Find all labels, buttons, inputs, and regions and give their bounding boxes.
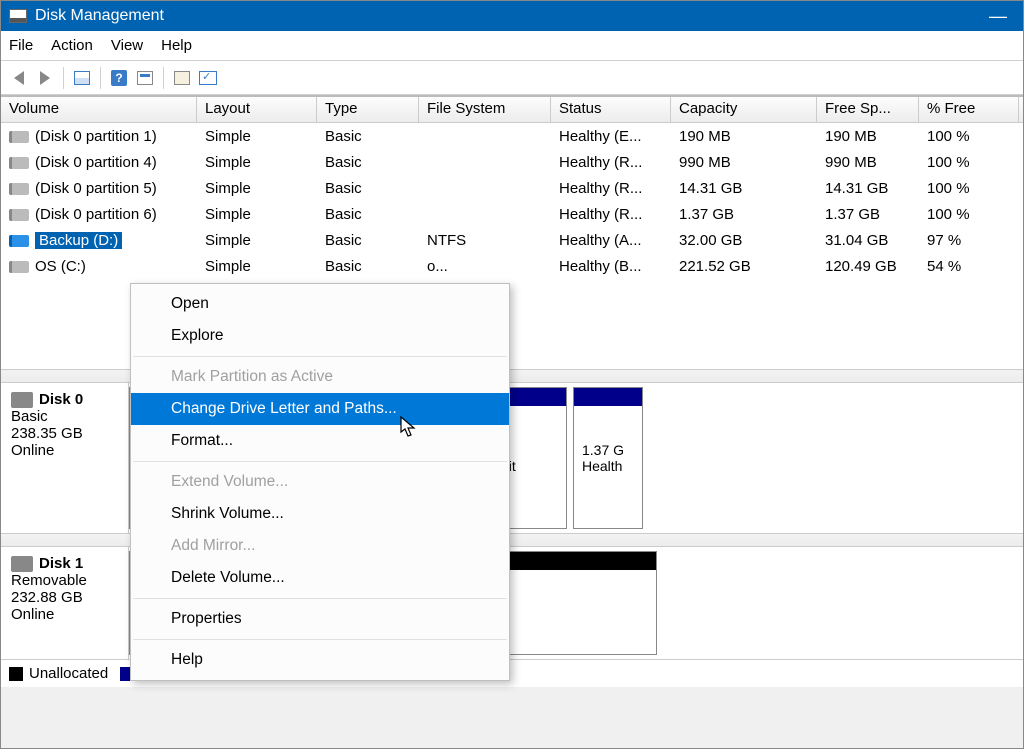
menu-action[interactable]: Action bbox=[51, 37, 93, 54]
show-hide-tree-button[interactable] bbox=[70, 66, 94, 90]
disk-size: 232.88 GB bbox=[11, 589, 118, 606]
ctx-separator bbox=[133, 639, 507, 640]
refresh-button[interactable] bbox=[170, 66, 194, 90]
drive-icon bbox=[9, 209, 29, 221]
table-row[interactable]: Backup (D:)SimpleBasicNTFSHealthy (A...3… bbox=[1, 227, 1023, 253]
disk-kind: Basic bbox=[11, 408, 118, 425]
partition[interactable]: 1.37 GHealth bbox=[573, 387, 643, 529]
legend-unallocated: Unallocated bbox=[29, 665, 108, 682]
toolbar: ? bbox=[1, 61, 1023, 95]
drive-icon bbox=[9, 183, 29, 195]
help-icon: ? bbox=[111, 70, 127, 86]
titlebar: Disk Management — bbox=[1, 1, 1023, 31]
drive-icon bbox=[9, 157, 29, 169]
ctx-change-drive-letter[interactable]: Change Drive Letter and Paths... bbox=[131, 393, 509, 425]
options-button[interactable] bbox=[196, 66, 220, 90]
disk-state: Online bbox=[11, 442, 118, 459]
ctx-separator bbox=[133, 356, 507, 357]
ctx-explore[interactable]: Explore bbox=[131, 320, 509, 352]
col-capacity[interactable]: Capacity bbox=[671, 97, 817, 122]
disk-label[interactable]: Disk 1 Removable 232.88 GB Online bbox=[1, 547, 129, 659]
volume-list-header: Volume Layout Type File System Status Ca… bbox=[1, 95, 1023, 123]
ctx-delete-volume[interactable]: Delete Volume... bbox=[131, 562, 509, 594]
refresh-icon bbox=[174, 71, 190, 85]
ctx-mark-active: Mark Partition as Active bbox=[131, 361, 509, 393]
properties-icon bbox=[137, 71, 153, 85]
ctx-extend-volume: Extend Volume... bbox=[131, 466, 509, 498]
col-volume[interactable]: Volume bbox=[1, 97, 197, 122]
toolbar-separator bbox=[63, 67, 64, 89]
ctx-add-mirror: Add Mirror... bbox=[131, 530, 509, 562]
swatch-unallocated bbox=[9, 667, 23, 681]
table-row[interactable]: (Disk 0 partition 5)SimpleBasicHealthy (… bbox=[1, 175, 1023, 201]
disk-icon bbox=[11, 556, 33, 572]
minimize-button[interactable]: — bbox=[981, 6, 1015, 27]
disk-label[interactable]: Disk 0 Basic 238.35 GB Online bbox=[1, 383, 129, 533]
ctx-separator bbox=[133, 461, 507, 462]
table-row[interactable]: (Disk 0 partition 4)SimpleBasicHealthy (… bbox=[1, 149, 1023, 175]
ctx-properties[interactable]: Properties bbox=[131, 603, 509, 635]
drive-icon bbox=[9, 261, 29, 273]
check-icon bbox=[199, 71, 217, 85]
menubar: File Action View Help bbox=[1, 31, 1023, 61]
menu-help[interactable]: Help bbox=[161, 37, 192, 54]
disk-name: Disk 1 bbox=[39, 555, 83, 572]
drive-icon bbox=[9, 131, 29, 143]
help-button[interactable]: ? bbox=[107, 66, 131, 90]
disk-kind: Removable bbox=[11, 572, 118, 589]
table-row[interactable]: (Disk 0 partition 6)SimpleBasicHealthy (… bbox=[1, 201, 1023, 227]
toolbar-separator bbox=[100, 67, 101, 89]
table-row[interactable]: OS (C:)SimpleBasico...Healthy (B...221.5… bbox=[1, 253, 1023, 279]
ctx-open[interactable]: Open bbox=[131, 288, 509, 320]
disk-name: Disk 0 bbox=[39, 391, 83, 408]
table-icon bbox=[74, 71, 90, 85]
context-menu: Open Explore Mark Partition as Active Ch… bbox=[130, 283, 510, 681]
ctx-help[interactable]: Help bbox=[131, 644, 509, 676]
disk-state: Online bbox=[11, 606, 118, 623]
forward-button[interactable] bbox=[33, 66, 57, 90]
menu-view[interactable]: View bbox=[111, 37, 143, 54]
properties-button[interactable] bbox=[133, 66, 157, 90]
menu-file[interactable]: File bbox=[9, 37, 33, 54]
col-layout[interactable]: Layout bbox=[197, 97, 317, 122]
col-freespace[interactable]: Free Sp... bbox=[817, 97, 919, 122]
disk-icon bbox=[11, 392, 33, 408]
table-row[interactable]: (Disk 0 partition 1)SimpleBasicHealthy (… bbox=[1, 123, 1023, 149]
arrow-right-icon bbox=[40, 71, 50, 85]
ctx-shrink-volume[interactable]: Shrink Volume... bbox=[131, 498, 509, 530]
back-button[interactable] bbox=[7, 66, 31, 90]
col-type[interactable]: Type bbox=[317, 97, 419, 122]
toolbar-separator bbox=[163, 67, 164, 89]
arrow-left-icon bbox=[14, 71, 24, 85]
col-pctfree[interactable]: % Free bbox=[919, 97, 1019, 122]
drive-icon bbox=[9, 235, 29, 247]
ctx-format[interactable]: Format... bbox=[131, 425, 509, 457]
disk-size: 238.35 GB bbox=[11, 425, 118, 442]
col-status[interactable]: Status bbox=[551, 97, 671, 122]
app-icon bbox=[9, 9, 27, 23]
window-title: Disk Management bbox=[35, 7, 164, 25]
ctx-separator bbox=[133, 598, 507, 599]
col-filesystem[interactable]: File System bbox=[419, 97, 551, 122]
